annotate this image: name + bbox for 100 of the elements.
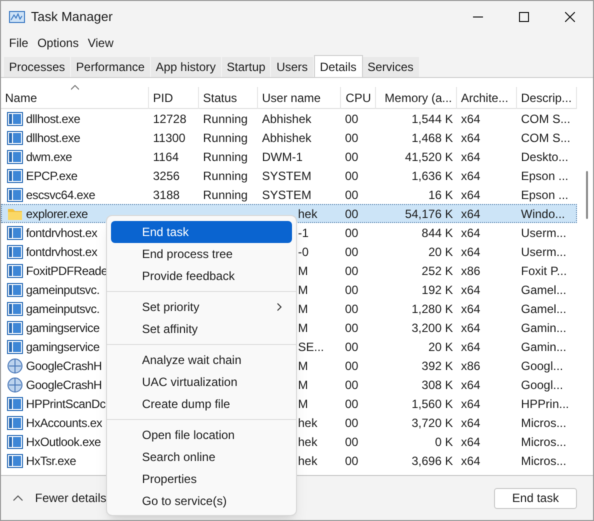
menu-item[interactable]: Set priority [111,296,292,318]
cpu-cell-text: 00 [345,300,358,318]
status-cell-text: Running [203,148,248,166]
cpu-cell-text: 00 [345,434,358,450]
column-header[interactable]: Status [199,87,258,109]
description-cell-text: Gamel... [521,282,566,298]
menu-item[interactable]: Properties [111,468,292,490]
menu-item[interactable]: End task [111,221,292,243]
process-name[interactable]: fontdrvhost.ex [26,224,98,242]
process-name[interactable]: HPPrintScanDc [26,394,106,412]
process-name[interactable]: FoxitPDFReade [26,262,108,280]
end-task-button[interactable]: End task [494,488,577,508]
window-icon [7,264,23,278]
memory-cell-text: 844 K [422,224,453,242]
description-cell-text: Foxit P... [521,262,567,280]
cpu-cell-text: 00 [345,358,358,374]
description-cell-text: Googl... [521,358,564,374]
column-header[interactable]: Archite... [457,87,517,109]
window-icon [7,226,23,240]
description-cell-text: Micros... [521,452,566,470]
memory-cell-text: 1,468 K [412,130,453,146]
status-cell-text: Running [203,168,248,184]
architecture-cell-text: x64 [461,434,480,450]
memory-cell-text: 392 K [422,358,453,374]
architecture-cell-text: x64 [461,244,480,260]
menu-item[interactable]: Search online [111,446,292,468]
user-cell-text: M [298,262,308,280]
process-name[interactable]: gamingservice [26,318,100,336]
memory-cell-text: 20 K [428,244,453,260]
menu-item[interactable]: File [5,34,32,52]
column-header[interactable]: Name [1,87,149,109]
app-icon [9,11,25,23]
process-name[interactable]: dllhost.exe [26,110,80,128]
process-name[interactable]: HxOutlook.exe [26,432,101,450]
cpu-cell-text: 00 [345,186,358,204]
menu-item[interactable]: Provide feedback [111,265,292,287]
process-name[interactable]: HxTsr.exe [26,452,76,470]
tab[interactable]: Details [314,55,362,77]
scrollbar-thumb[interactable] [586,171,588,219]
column-header[interactable]: Memory (a... [376,87,457,109]
process-name[interactable]: GoogleCrashH [26,356,102,374]
memory-cell-text: 54,176 K [404,206,453,222]
column-header[interactable]: CPU [341,87,376,109]
cpu-cell-text: 00 [345,168,358,184]
user-cell-text: hek [298,452,318,470]
description-cell-text: Gamin... [521,320,566,336]
menu-item[interactable]: UAC virtualization [111,371,292,393]
pid-cell-text: 12728 [153,110,186,128]
architecture-cell-text: x64 [461,224,480,242]
tab[interactable]: Services [362,57,419,77]
process-name[interactable]: dwm.exe [26,148,72,166]
cpu-cell-text: 00 [345,262,358,280]
window-icon [7,112,23,126]
process-name[interactable]: gameinputsvc. [26,300,100,318]
fewer-details-link[interactable]: Fewer details [35,489,106,507]
tab[interactable]: Performance [71,57,150,77]
menu-item[interactable]: Analyze wait chain [111,349,292,371]
user-cell-text: DWM-1 [262,148,303,166]
tab[interactable]: Startup [222,57,270,77]
user-cell-text: M [298,300,308,318]
globe-icon [7,358,23,374]
process-name[interactable]: GoogleCrashH [26,376,102,394]
process-name[interactable]: HxAccounts.ex [26,414,102,432]
process-name[interactable]: EPCP.exe [26,166,78,184]
column-header[interactable]: Descrip... [517,87,577,109]
window-icon [7,320,23,334]
tab[interactable]: Processes [4,57,70,77]
user-cell-text: hek [298,206,318,222]
memory-cell-text: 308 K [422,376,453,394]
description-cell-text: Micros... [521,414,566,432]
process-name[interactable]: escsvc64.exe [26,186,96,204]
architecture-cell-text: x64 [461,376,480,394]
user-cell-text: SE... [298,338,324,356]
architecture-cell-text: x64 [461,148,480,166]
pid-cell-text: 3256 [153,168,180,184]
menu-item[interactable]: End process tree [111,243,292,265]
menu-item[interactable]: Create dump file [111,393,292,415]
menu-item[interactable]: Options [33,34,83,52]
cpu-cell-text: 00 [345,244,358,260]
description-cell-text: COM S... [521,130,570,146]
tab[interactable]: App history [150,57,221,77]
window-icon [7,396,23,410]
process-name[interactable]: gameinputsvc. [26,280,100,298]
process-name[interactable]: explorer.exe [26,204,88,222]
menu-item[interactable]: View [84,34,118,52]
architecture-cell-text: x64 [461,452,480,470]
architecture-cell-text: x64 [461,300,480,318]
column-header[interactable]: User name [258,87,341,109]
menu-item[interactable]: Open file location [111,424,292,446]
process-name[interactable]: fontdrvhost.ex [26,242,98,260]
tab[interactable]: Users [271,57,313,77]
menu-item[interactable]: Go to service(s) [111,490,292,512]
process-name[interactable]: dllhost.exe [26,128,80,146]
globe-icon [7,376,23,392]
column-header[interactable]: PID [149,87,199,109]
process-name[interactable]: gamingservice [26,338,100,356]
window-icon [7,434,23,448]
pid-cell-text: 3188 [153,186,180,204]
menu-item[interactable]: Set affinity [111,318,292,340]
folder-icon [7,206,23,220]
